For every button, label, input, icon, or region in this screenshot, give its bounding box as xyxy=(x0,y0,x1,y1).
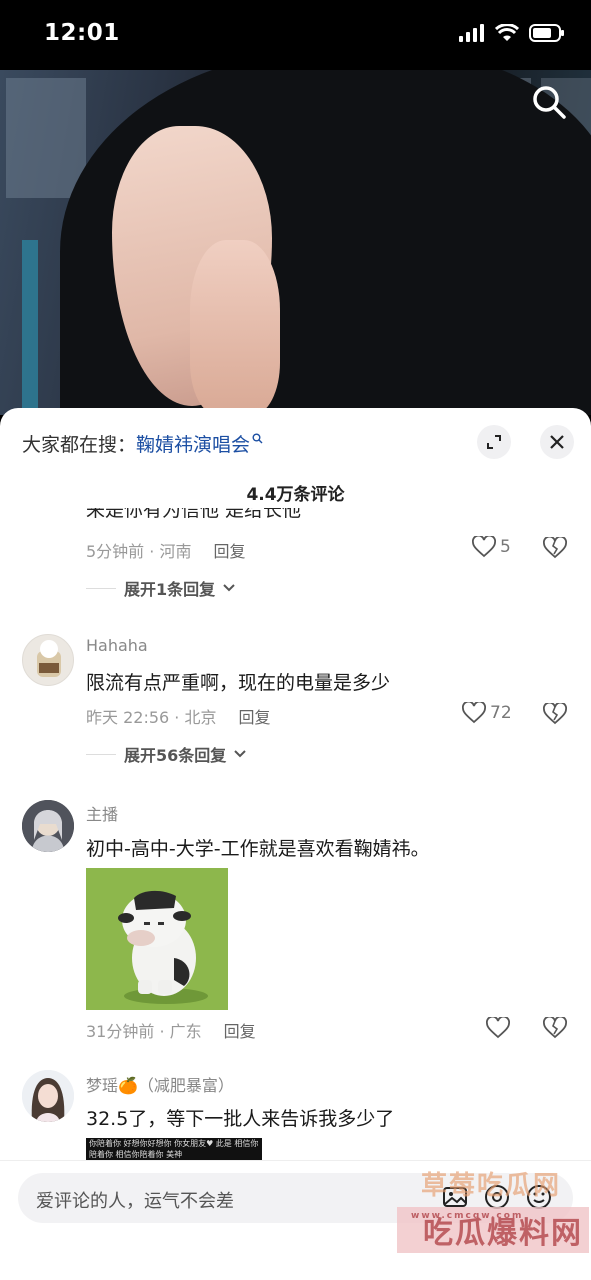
comment-count: 4.4万条评论 xyxy=(246,485,345,505)
fullscreen-button[interactable] xyxy=(477,425,511,459)
comment-panel: 大家都在搜： 鞠婧祎演唱会 4.4万条评论 来是你有为信他 是给长他 5分钟前 … xyxy=(0,408,591,1280)
comment-sticker-image[interactable]: 你陪着你 好想你好想你 你女朋友♥ 此是 相信你陪着你 相信你陪着你 美神 xyxy=(86,1138,262,1160)
divider-line xyxy=(86,753,116,755)
avatar[interactable] xyxy=(22,1070,74,1122)
status-icons xyxy=(459,24,565,42)
avatar[interactable] xyxy=(22,800,74,852)
expand-replies-label: 展开1条回复 xyxy=(124,580,216,599)
watermark-url: www.cmcgw.com xyxy=(411,1211,524,1221)
comment-text: 32.5了，等下一批人来告诉我多少了 xyxy=(86,1108,395,1130)
hot-search-keyword[interactable]: 鞠婧祎演唱会 xyxy=(136,430,250,457)
avatar-image xyxy=(37,640,61,677)
broken-heart-icon[interactable] xyxy=(543,703,567,725)
comment-meta: 5分钟前 · 河南 回复 xyxy=(86,538,245,562)
search-icon[interactable] xyxy=(529,82,569,122)
comment-input-bar: 爱评论的人，运气不会差 草莓吃瓜网 www.cmcgw.com 吃瓜爆料网 xyxy=(0,1160,591,1280)
heart-icon xyxy=(462,702,486,724)
expand-replies[interactable]: 展开1条回复 xyxy=(86,576,235,600)
comment-time: 昨天 22:56 · 北京 xyxy=(86,708,217,727)
heart-icon xyxy=(472,536,496,558)
status-bar: 12:01 xyxy=(0,0,591,70)
username[interactable]: 梦瑶🍊（减肥暴富） xyxy=(86,1072,234,1096)
like-button[interactable]: 5 xyxy=(472,536,511,558)
comment-meta: 昨天 22:56 · 北京 回复 xyxy=(86,704,270,728)
username[interactable]: 主播 xyxy=(86,801,118,825)
signal-icon xyxy=(459,24,484,42)
expand-icon xyxy=(487,435,501,449)
close-icon xyxy=(550,435,564,449)
watermark-banner: www.cmcgw.com 吃瓜爆料网 xyxy=(397,1207,589,1253)
broken-heart-icon[interactable] xyxy=(543,537,567,559)
expand-replies[interactable]: 展开56条回复 xyxy=(86,742,246,766)
hot-search[interactable]: 大家都在搜： 鞠婧祎演唱会 xyxy=(22,430,263,457)
comment-meta: 31分钟前 · 广东 回复 xyxy=(86,1018,256,1042)
broken-heart-icon[interactable] xyxy=(543,1017,567,1039)
avatar-image xyxy=(22,800,74,852)
comment-text: 来是你有为信他 是给长他 xyxy=(86,508,302,520)
video-player[interactable] xyxy=(0,70,591,415)
heart-icon[interactable] xyxy=(486,1017,510,1039)
close-button[interactable] xyxy=(540,425,574,459)
comment-text: 初中-高中-大学-工作就是喜欢看鞠婧祎。 xyxy=(86,838,430,860)
avatar[interactable] xyxy=(22,634,74,686)
reply-button[interactable]: 回复 xyxy=(213,538,245,562)
battery-icon xyxy=(529,24,564,42)
expand-replies-label: 展开56条回复 xyxy=(124,746,227,765)
divider-line xyxy=(86,587,116,589)
reply-button[interactable]: 回复 xyxy=(238,704,270,728)
video-subject-hand xyxy=(190,240,280,415)
like-count: 72 xyxy=(490,703,512,723)
background-light xyxy=(22,240,38,410)
comment-time: 5分钟前 · 河南 xyxy=(86,542,192,561)
username[interactable]: Hahaha xyxy=(86,636,148,655)
watermark-text: 草莓吃瓜网 xyxy=(420,1171,561,1201)
chevron-down-icon xyxy=(234,750,246,758)
hot-search-prefix: 大家都在搜： xyxy=(22,434,137,456)
comment-image[interactable] xyxy=(86,868,228,1010)
comment-time: 31分钟前 · 广东 xyxy=(86,1022,202,1041)
cow-sticker-image xyxy=(86,868,228,1010)
comment-text: 限流有点严重啊，现在的电量是多少 xyxy=(86,672,391,694)
reply-button[interactable]: 回复 xyxy=(224,1018,256,1042)
like-count: 5 xyxy=(500,537,511,557)
chevron-down-icon xyxy=(223,584,235,592)
like-button[interactable]: 72 xyxy=(462,702,512,724)
search-icon xyxy=(252,433,263,444)
background-window xyxy=(6,78,86,198)
status-time: 12:01 xyxy=(44,20,120,46)
comment-input-placeholder: 爱评论的人，运气不会差 xyxy=(36,1191,234,1212)
wifi-icon xyxy=(495,24,519,41)
avatar-image xyxy=(22,1070,74,1122)
